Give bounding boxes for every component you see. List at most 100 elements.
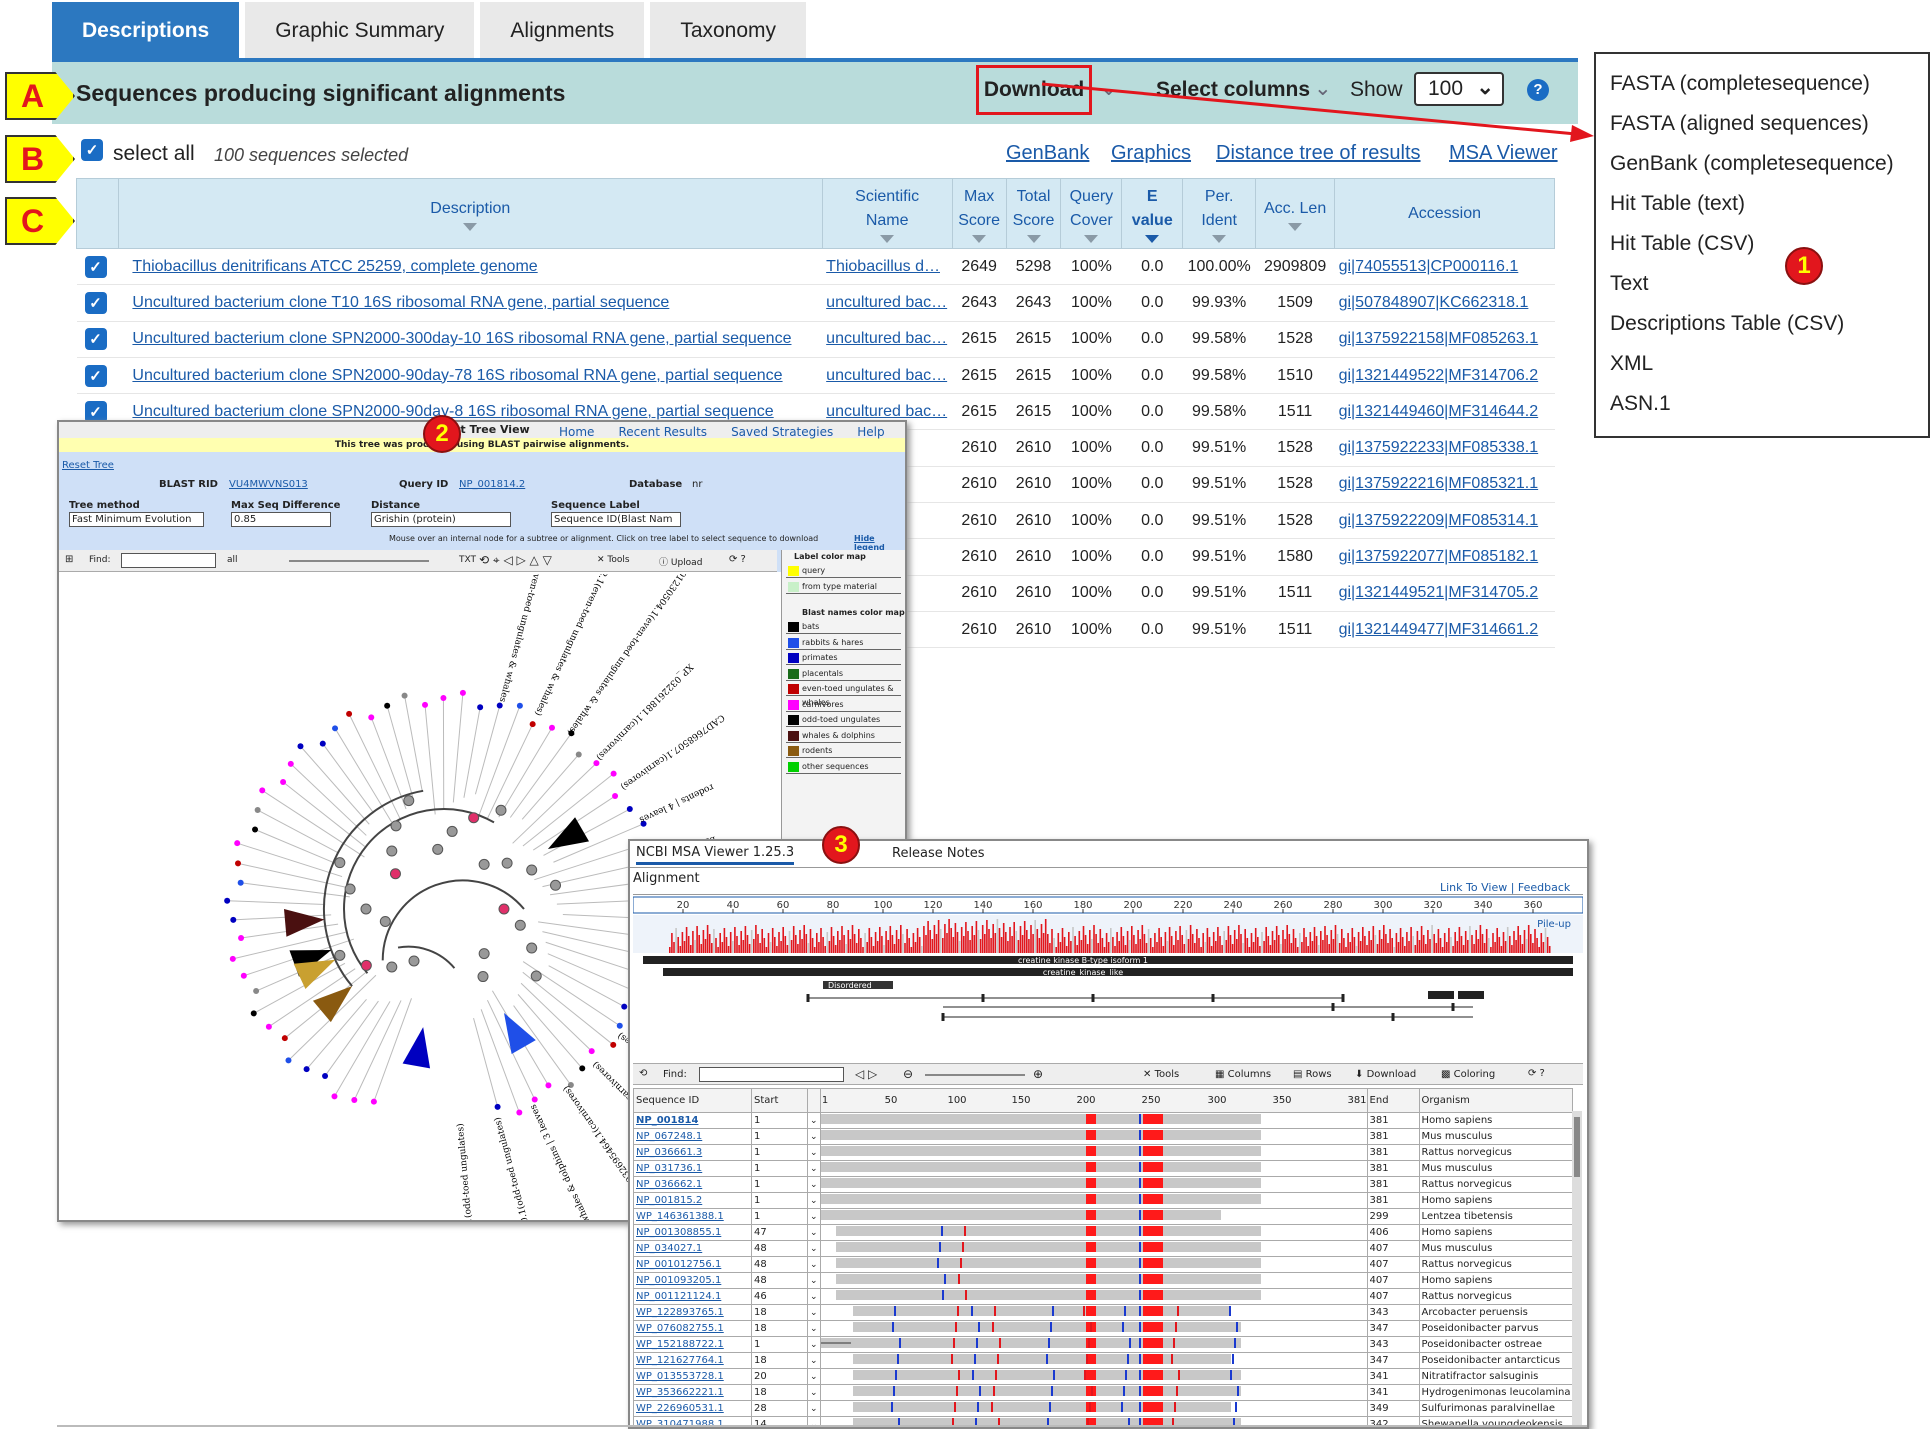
tree-leaf-node[interactable] <box>252 826 259 833</box>
msa-columns-menu[interactable]: ▦ Columns <box>1215 1069 1271 1080</box>
row-checkbox-icon[interactable]: ✓ <box>84 291 107 314</box>
tree-leaf-node[interactable] <box>351 1096 358 1103</box>
download-option-xml[interactable]: XML <box>1610 344 1928 384</box>
tree-internal-node[interactable] <box>468 812 480 824</box>
msa-row-seqid[interactable]: NP_001815.2 <box>633 1192 752 1209</box>
msa-row-seqid[interactable]: WP_122893765.1 <box>633 1304 752 1321</box>
tree-leaf-node[interactable] <box>612 793 619 800</box>
sequence-label-select[interactable]: Sequence ID(Blast Nam <box>551 512 681 527</box>
tree-internal-node[interactable] <box>432 843 444 855</box>
tree-internal-node[interactable] <box>379 915 391 927</box>
msa-row-seqid[interactable]: WP_353662221.1 <box>633 1384 752 1401</box>
tree-internal-node[interactable] <box>446 825 458 837</box>
tree-nav-saved[interactable]: Saved Strategies <box>731 425 833 439</box>
msa-row-alignment[interactable] <box>819 1160 1368 1177</box>
row-checkbox[interactable]: ✓ <box>76 357 119 395</box>
msa-row-expand-icon[interactable]: ⌄ <box>807 1320 821 1337</box>
tree-leaf-node[interactable] <box>234 840 241 847</box>
msa-col-start[interactable]: Start <box>751 1088 808 1113</box>
tree-internal-node[interactable] <box>530 970 542 982</box>
msa-row-seqid[interactable]: WP_226960531.1 <box>633 1400 752 1417</box>
msa-row-alignment[interactable] <box>819 1112 1368 1129</box>
msa-row-seqid[interactable]: NP_001121124.1 <box>633 1288 752 1305</box>
msa-row-seqid[interactable]: WP_310471988.1 <box>633 1416 752 1427</box>
table-row[interactable]: ✓ Uncultured bacterium clone SPN2000-300d… <box>76 321 1555 358</box>
msa-row-seqid[interactable]: NP_001308855.1 <box>633 1224 752 1241</box>
msa-tools-menu[interactable]: ✕ Tools <box>1143 1069 1179 1080</box>
msa-row-alignment[interactable] <box>819 1416 1368 1427</box>
tree-internal-node[interactable] <box>386 961 398 973</box>
msa-row[interactable]: NP_067248.1 1 ⌄ 381 Mus musculus <box>633 1128 1574 1145</box>
msa-row-seqid[interactable]: WP_121627764.1 <box>633 1352 752 1369</box>
msa-row[interactable]: WP_226960531.1 28 ⌄ 349 Sulfurimonas paralvi… <box>633 1400 1574 1417</box>
distance-select[interactable]: Grishin (protein) <box>371 512 511 527</box>
msa-zoom-slider[interactable] <box>925 1074 1025 1076</box>
row-accession[interactable]: gi|1321449521|MF314705.2 <box>1334 575 1555 612</box>
tree-internal-node[interactable] <box>495 804 507 816</box>
tree-internal-node[interactable] <box>498 903 510 915</box>
tree-tools-menu[interactable]: ✕ Tools <box>597 555 630 565</box>
msa-row-expand-icon[interactable]: ⌄ <box>807 1208 821 1225</box>
row-scientific-name[interactable]: uncultured bac… <box>822 284 953 322</box>
tree-txt-button[interactable]: TXT <box>459 555 476 565</box>
msa-row-seqid[interactable]: WP_013553728.1 <box>633 1368 752 1385</box>
tree-leaf-node[interactable] <box>579 1065 586 1072</box>
msa-row[interactable]: WP_353662221.1 18 ⌄ 341 Hydrogenimonas leuco… <box>633 1384 1574 1401</box>
tree-leaf-node[interactable] <box>285 1057 292 1064</box>
row-checkbox-icon[interactable]: ✓ <box>84 255 107 278</box>
msa-row[interactable]: NP_001012756.1 48 ⌄ 407 Rattus norvegicus <box>633 1256 1574 1273</box>
tree-leaf-node[interactable] <box>626 806 633 813</box>
row-description[interactable]: Uncultured bacterium clone SPN2000-300da… <box>118 321 823 358</box>
msa-zoom-out-icon[interactable]: ⊖ <box>903 1067 913 1081</box>
msa-row[interactable]: NP_001093205.1 48 ⌄ 407 Homo sapiens <box>633 1272 1574 1289</box>
tree-leaf-node[interactable] <box>545 1082 552 1089</box>
tree-leaf-node[interactable] <box>303 1066 310 1073</box>
tree-leaf-node[interactable] <box>496 702 503 709</box>
tree-leaf-node[interactable] <box>240 972 247 979</box>
row-description[interactable]: Thiobacillus denitrificans ATCC 25259, c… <box>118 248 823 286</box>
expand-icon[interactable]: ⊞ <box>65 554 73 565</box>
msa-row-expand-icon[interactable]: ⌄ <box>807 1416 821 1427</box>
header-query-cover[interactable]: Query Cover <box>1060 178 1123 249</box>
download-option-asn1[interactable]: ASN.1 <box>1610 384 1928 424</box>
row-scientific-name[interactable]: uncultured bac… <box>822 321 953 358</box>
msa-row-seqid[interactable]: NP_001012756.1 <box>633 1256 752 1273</box>
msa-row-expand-icon[interactable]: ⌄ <box>807 1336 821 1353</box>
tree-find-input[interactable] <box>121 553 216 568</box>
tab-graphic-summary[interactable]: Graphic Summary <box>245 2 475 60</box>
tree-leaf-node[interactable] <box>548 724 555 731</box>
tree-leaf-node[interactable] <box>477 704 484 711</box>
tree-nav-home[interactable]: Home <box>559 425 594 439</box>
download-option-fasta-complete[interactable]: FASTA (completesequence) <box>1610 64 1928 104</box>
msa-row-seqid[interactable]: NP_001814 <box>633 1112 752 1129</box>
tree-internal-node[interactable] <box>360 959 372 971</box>
msa-refresh-icon[interactable]: ⟳ ? <box>1528 1068 1545 1079</box>
msa-row-seqid[interactable]: NP_067248.1 <box>633 1128 752 1145</box>
tree-leaf-node[interactable] <box>588 1048 595 1055</box>
tree-leaf-node[interactable] <box>322 1072 329 1079</box>
msa-row-alignment[interactable] <box>819 1400 1368 1417</box>
msa-row-alignment[interactable] <box>819 1272 1368 1289</box>
msa-scrollbar-thumb[interactable] <box>1574 1117 1580 1177</box>
select-all-checkbox[interactable]: ✓ <box>81 139 103 161</box>
tree-leaf-node[interactable] <box>287 760 294 767</box>
header-max-score[interactable]: Max Score <box>951 178 1007 249</box>
tree-leaf-node[interactable] <box>610 770 617 777</box>
tree-leaf-node[interactable] <box>237 879 244 886</box>
msa-col-seqid[interactable]: Sequence ID <box>633 1088 752 1113</box>
tree-internal-node[interactable] <box>478 948 490 960</box>
tree-leaf-node[interactable] <box>280 778 287 785</box>
row-checkbox[interactable]: ✓ <box>76 284 119 322</box>
msa-row-seqid[interactable]: WP_146361388.1 <box>633 1208 752 1225</box>
msa-zoom-in-icon[interactable]: ⊕ <box>1033 1067 1043 1081</box>
msa-row-expand-icon[interactable]: ⌄ <box>807 1368 821 1385</box>
tree-leaf-node[interactable] <box>593 760 600 767</box>
msa-row-seqid[interactable]: NP_001093205.1 <box>633 1272 752 1289</box>
msa-row[interactable]: NP_036662.1 1 ⌄ 381 Rattus norvegicus <box>633 1176 1574 1193</box>
header-acc-len[interactable]: Acc. Len <box>1255 178 1336 249</box>
download-option-fasta-aligned[interactable]: FASTA (aligned sequences) <box>1610 104 1928 144</box>
tree-leaf-node[interactable] <box>621 1003 628 1010</box>
download-option-hit-table-csv[interactable]: Hit Table (CSV) <box>1610 224 1928 264</box>
rid-link[interactable]: VU4MWVNS013 <box>229 479 308 490</box>
tree-leaf-node[interactable] <box>384 702 391 709</box>
